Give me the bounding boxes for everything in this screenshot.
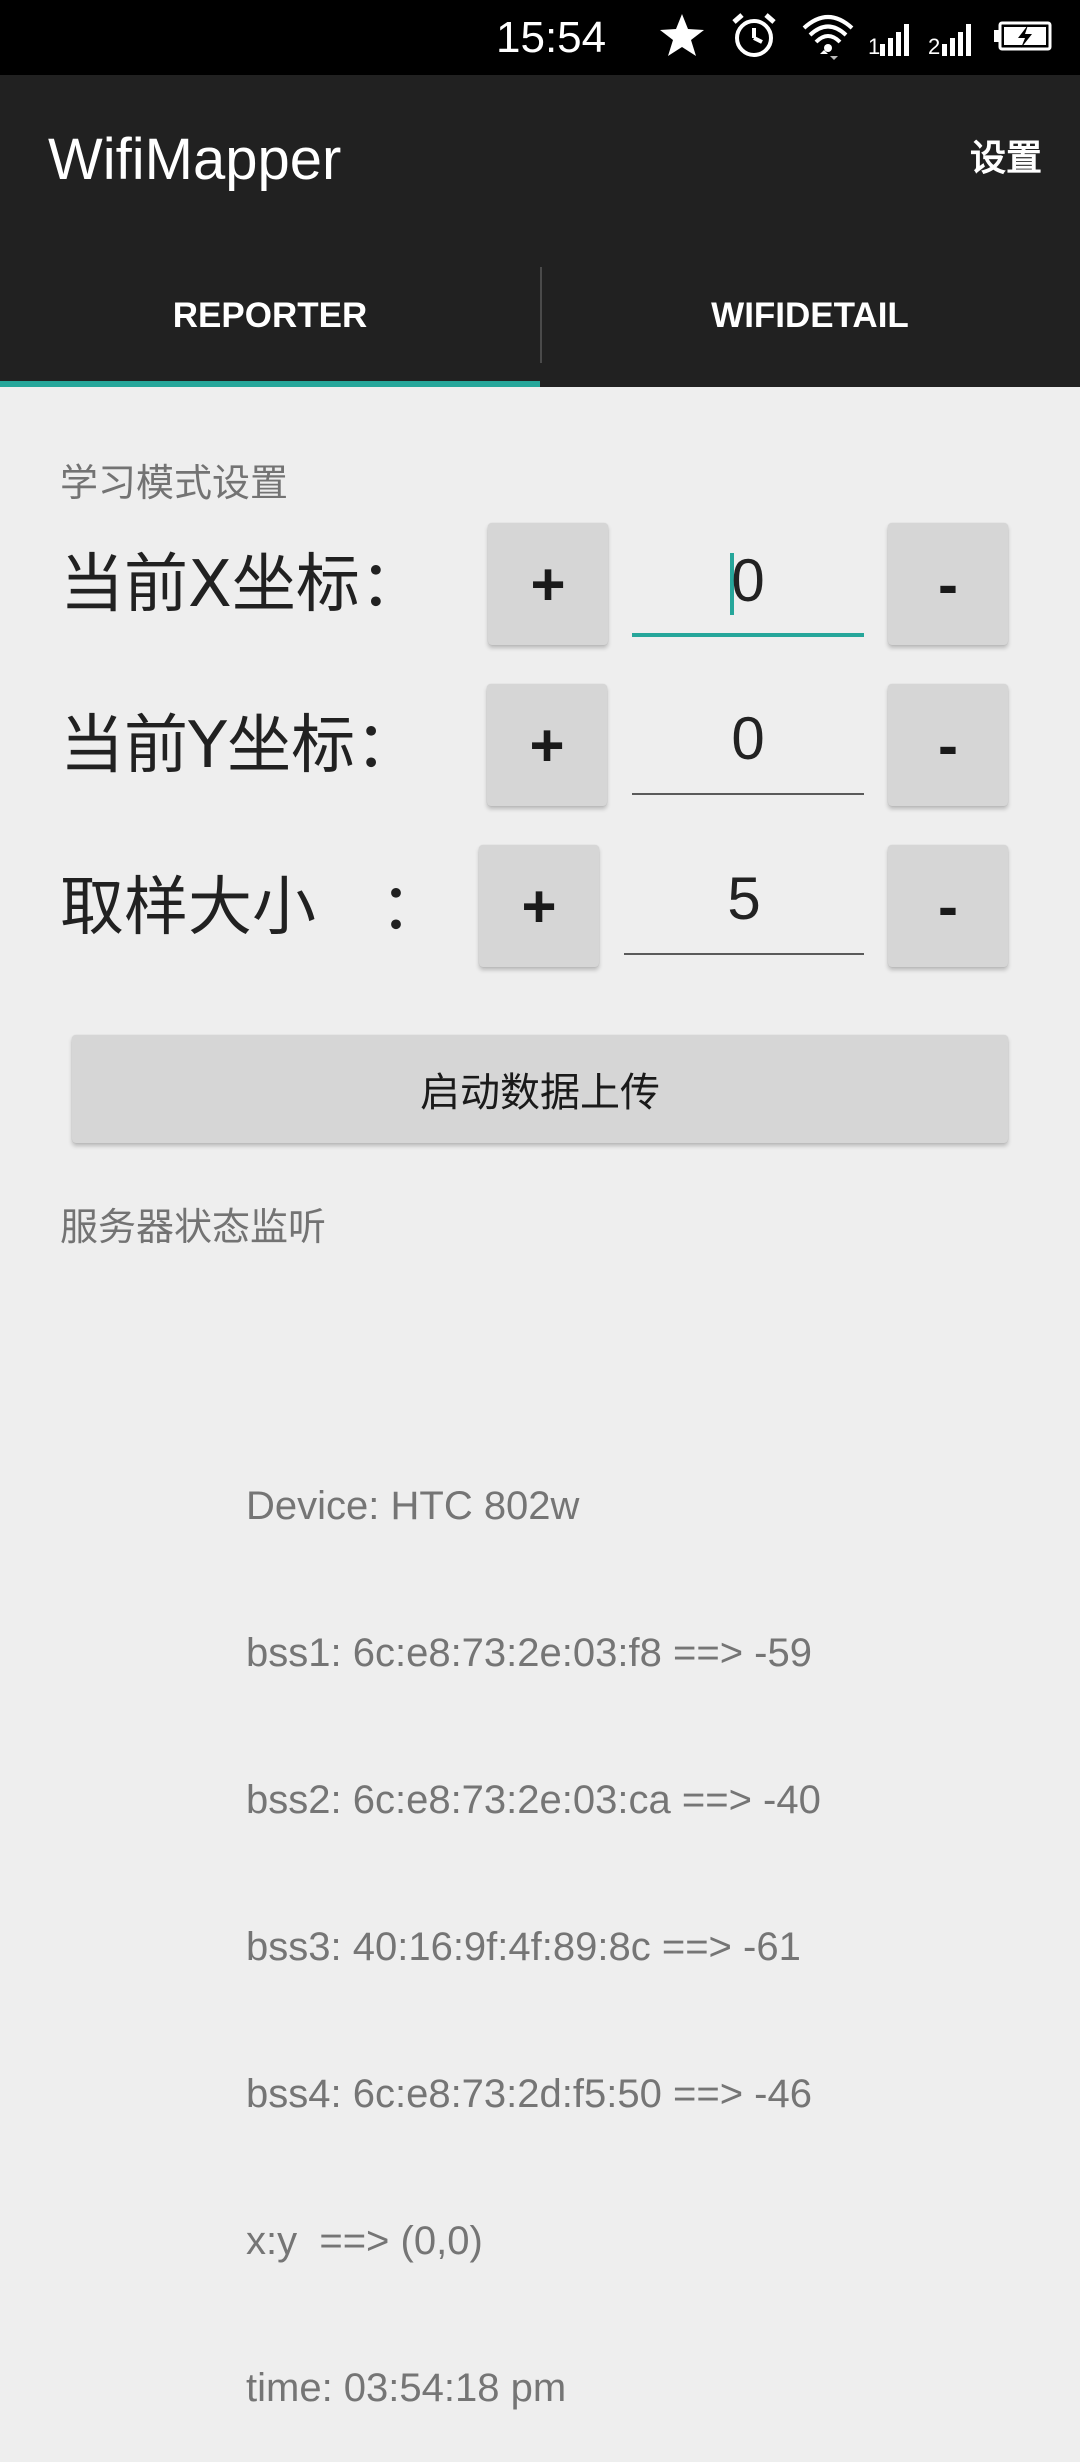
start-upload-button[interactable]: 启动数据上传 [72, 1035, 1008, 1143]
monitor-line-xy: x:y ==> (0,0) [246, 2219, 483, 2263]
x-field-underline [632, 633, 864, 637]
y-coordinate-label: 当前Y坐标： [60, 709, 420, 783]
app-bar: WifiMapper 设置 [0, 75, 1080, 245]
sample-increment-button[interactable]: + [479, 845, 599, 967]
x-increment-button[interactable]: + [488, 523, 608, 645]
sample-field-underline [624, 953, 864, 955]
svg-text:1: 1 [868, 34, 880, 59]
monitor-section-title: 服务器状态监听 [60, 1205, 327, 1249]
signal-1-icon: 1 [868, 24, 909, 59]
x-decrement-button[interactable]: - [888, 523, 1008, 645]
monitor-line-bss3: bss3: 40:16:9f:4f:89:8c ==> -61 [246, 1925, 801, 1969]
alarm-icon [732, 13, 776, 57]
y-field-underline [632, 793, 864, 795]
y-decrement-button[interactable]: - [888, 684, 1008, 806]
battery-charging-icon [994, 21, 1052, 51]
sample-decrement-button[interactable]: - [888, 845, 1008, 967]
sample-size-input[interactable]: 5 [624, 855, 864, 955]
svg-text:2: 2 [928, 34, 940, 59]
settings-button[interactable]: 设置 [970, 135, 1042, 183]
monitor-output: Device: HTC 802w bss1: 6c:e8:73:2e:03:f8… [246, 1384, 821, 2462]
monitor-line-bss2: bss2: 6c:e8:73:2e:03:ca ==> -40 [246, 1778, 821, 1822]
y-increment-button[interactable]: + [487, 684, 607, 806]
status-bar: 15:54 1 2 [0, 0, 1080, 75]
tab-reporter[interactable]: REPORTER [0, 245, 540, 387]
tab-wifidetail[interactable]: WIFIDETAIL [540, 245, 1080, 387]
monitor-line-bss1: bss1: 6c:e8:73:2e:03:f8 ==> -59 [246, 1631, 812, 1675]
monitor-line-time: time: 03:54:18 pm [246, 2366, 567, 2410]
status-time: 15:54 [496, 13, 607, 62]
sample-size-value: 5 [727, 865, 761, 932]
y-coordinate-input[interactable]: 0 [632, 695, 864, 795]
x-coordinate-value: 0 [731, 547, 765, 614]
tab-bar: REPORTER WIFIDETAIL [0, 245, 1080, 387]
y-coordinate-value: 0 [731, 705, 765, 772]
wifi-icon [802, 15, 854, 60]
x-coordinate-input[interactable]: 0 [632, 537, 864, 637]
signal-2-icon: 2 [928, 24, 971, 59]
app-title: WifiMapper [48, 127, 342, 192]
tab-selected-indicator [0, 381, 540, 387]
monitor-line-device: Device: HTC 802w [246, 1484, 580, 1528]
star-icon [660, 14, 704, 56]
sample-size-label: 取样大小 ： [60, 871, 444, 945]
monitor-line-bss4: bss4: 6c:e8:73:2d:f5:50 ==> -46 [246, 2072, 812, 2116]
learning-section-title: 学习模式设置 [60, 461, 289, 505]
x-coordinate-label: 当前X坐标： [60, 548, 424, 622]
